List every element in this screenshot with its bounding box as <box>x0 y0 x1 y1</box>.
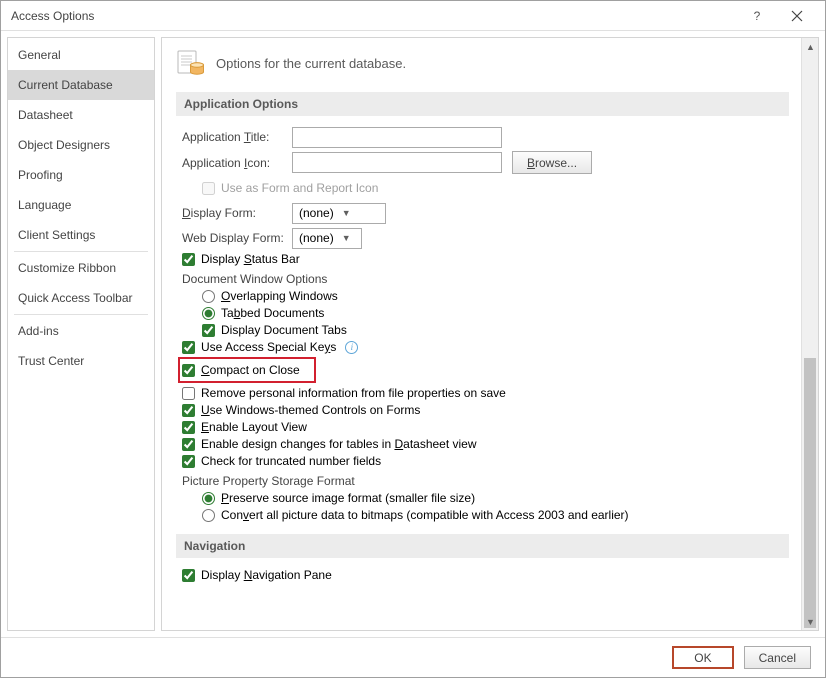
page-heading: Options for the current database. <box>216 56 406 71</box>
display-form-label: Display Form: <box>182 206 292 220</box>
access-options-dialog: Access Options ? General Current Databas… <box>0 0 826 678</box>
sidebar-item-customize-ribbon[interactable]: Customize Ribbon <box>8 253 154 283</box>
sidebar-item-proofing[interactable]: Proofing <box>8 160 154 190</box>
enable-design-changes-checkbox[interactable]: Enable design changes for tables in Data… <box>182 437 789 451</box>
compact-on-close-checkbox[interactable]: Compact on Close <box>182 363 300 377</box>
display-document-tabs-checkbox[interactable]: Display Document Tabs <box>182 323 789 337</box>
category-sidebar: General Current Database Datasheet Objec… <box>7 37 155 631</box>
dialog-footer: OK Cancel <box>1 637 825 677</box>
application-title-input[interactable] <box>292 127 502 148</box>
section-navigation: Navigation <box>176 534 789 558</box>
check-truncated-checkbox[interactable]: Check for truncated number fields <box>182 454 789 468</box>
sidebar-separator <box>14 251 148 252</box>
web-display-form-select[interactable]: (none)▼ <box>292 228 362 249</box>
web-display-form-label: Web Display Form: <box>182 231 292 245</box>
chevron-down-icon: ▼ <box>342 233 351 243</box>
application-icon-label: Application Icon: <box>182 156 292 170</box>
ok-button[interactable]: OK <box>672 646 733 669</box>
titlebar: Access Options ? <box>1 1 825 31</box>
tabbed-documents-radio[interactable]: Tabbed Documents <box>182 306 789 320</box>
convert-to-bitmaps-radio[interactable]: Convert all picture data to bitmaps (com… <box>182 508 789 522</box>
display-navigation-pane-checkbox[interactable]: Display Navigation Pane <box>182 568 789 582</box>
sidebar-item-trust-center[interactable]: Trust Center <box>8 346 154 376</box>
application-title-label: Application Title: <box>182 130 292 144</box>
compact-on-close-highlight: Compact on Close <box>178 357 316 383</box>
sidebar-item-language[interactable]: Language <box>8 190 154 220</box>
display-form-select[interactable]: (none)▼ <box>292 203 386 224</box>
sidebar-item-object-designers[interactable]: Object Designers <box>8 130 154 160</box>
scroll-down-arrow[interactable]: ▼ <box>802 613 819 630</box>
document-window-options-label: Document Window Options <box>182 272 789 286</box>
window-title: Access Options <box>11 9 737 23</box>
preserve-image-format-radio[interactable]: Preserve source image format (smaller fi… <box>182 491 789 505</box>
enable-layout-view-checkbox[interactable]: Enable Layout View <box>182 420 789 434</box>
vertical-scrollbar[interactable]: ▲ ▼ <box>801 38 818 630</box>
overlapping-windows-radio[interactable]: Overlapping Windows <box>182 289 789 303</box>
sidebar-item-datasheet[interactable]: Datasheet <box>8 100 154 130</box>
chevron-down-icon: ▼ <box>342 208 351 218</box>
scroll-up-arrow[interactable]: ▲ <box>802 38 819 55</box>
sidebar-item-add-ins[interactable]: Add-ins <box>8 316 154 346</box>
close-button[interactable] <box>777 2 817 30</box>
scroll-thumb[interactable] <box>804 358 816 628</box>
database-options-icon <box>176 48 206 78</box>
sidebar-item-general[interactable]: General <box>8 40 154 70</box>
section-application-options: Application Options <box>176 92 789 116</box>
sidebar-item-current-database[interactable]: Current Database <box>8 70 154 100</box>
display-status-bar-checkbox[interactable]: Display Status Bar <box>182 252 789 266</box>
sidebar-item-client-settings[interactable]: Client Settings <box>8 220 154 250</box>
info-icon[interactable]: i <box>345 341 358 354</box>
browse-button[interactable]: Browse... <box>512 151 592 174</box>
use-access-special-keys-checkbox[interactable]: Use Access Special Keys i <box>182 340 789 354</box>
picture-storage-label: Picture Property Storage Format <box>182 474 789 488</box>
remove-personal-info-checkbox[interactable]: Remove personal information from file pr… <box>182 386 789 400</box>
sidebar-separator <box>14 314 148 315</box>
use-windows-themed-checkbox[interactable]: Use Windows-themed Controls on Forms <box>182 403 789 417</box>
cancel-button[interactable]: Cancel <box>744 646 811 669</box>
help-button[interactable]: ? <box>737 2 777 30</box>
application-icon-input[interactable] <box>292 152 502 173</box>
use-as-form-icon-checkbox: Use as Form and Report Icon <box>202 181 378 195</box>
content-panel: Options for the current database. Applic… <box>161 37 819 631</box>
sidebar-item-quick-access-toolbar[interactable]: Quick Access Toolbar <box>8 283 154 313</box>
